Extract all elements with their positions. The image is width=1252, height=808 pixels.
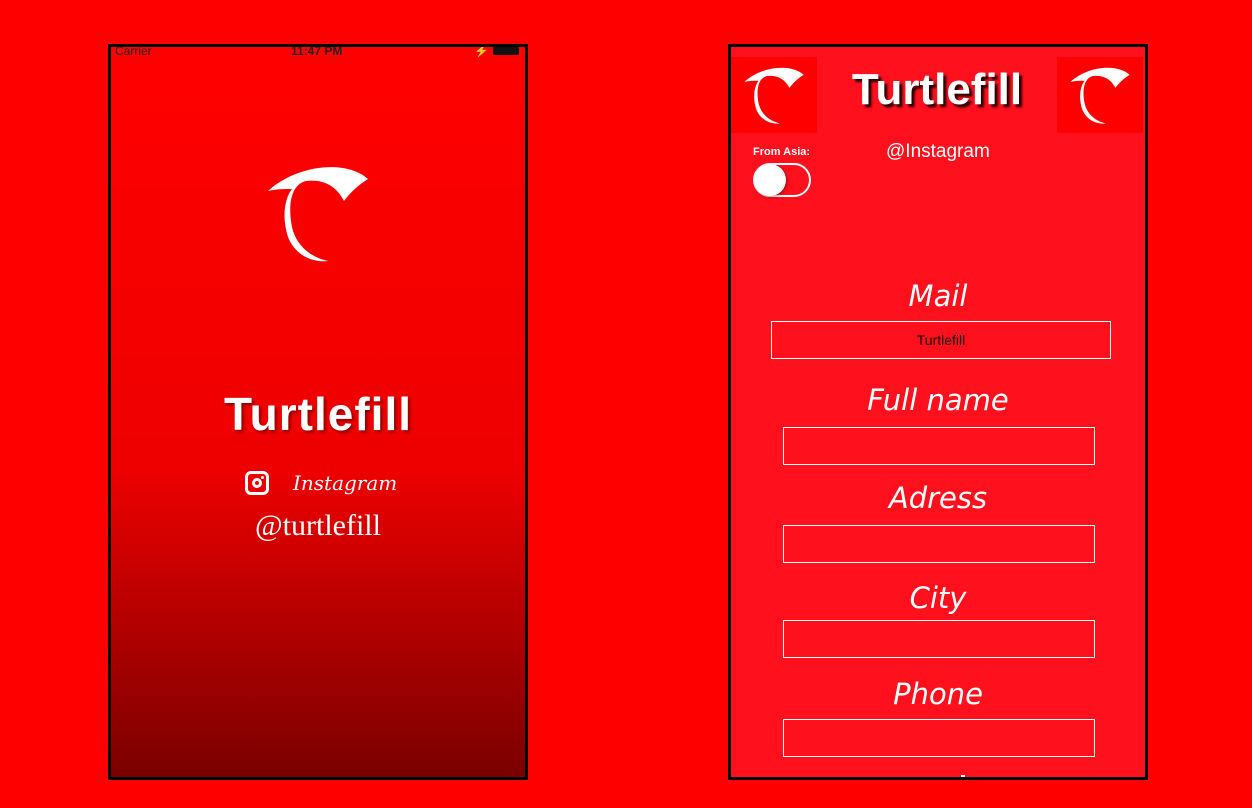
address-field[interactable]: [783, 525, 1095, 563]
clock-label: 11:47 PM: [291, 44, 343, 58]
full-name-label: Full name: [867, 383, 1009, 417]
instagram-handle[interactable]: @turtlefill: [111, 509, 525, 543]
toggle-knob: [754, 164, 786, 196]
city-label: City: [909, 581, 967, 615]
brand-title: Turtlefill: [223, 388, 413, 440]
nav-logo-left[interactable]: [731, 57, 817, 133]
from-asia-label: From Asia:: [753, 146, 811, 158]
splash-screen: Carrier 11:47 PM ⚡ Turtlefill Instagram …: [108, 44, 528, 780]
nav-bar: Turtlefill: [731, 57, 1145, 133]
from-asia-toggle[interactable]: [753, 163, 811, 197]
scroll-indicator: [961, 775, 965, 777]
screenshot-stage: Carrier 11:47 PM ⚡ Turtlefill Instagram …: [0, 0, 1252, 808]
instagram-icon: [245, 471, 269, 495]
instagram-label: Instagram: [293, 471, 398, 495]
instagram-handle[interactable]: @Instagram: [886, 141, 990, 163]
mail-label: Mail: [908, 279, 968, 313]
mail-field[interactable]: [771, 321, 1111, 359]
battery-icon: [493, 47, 519, 55]
phone-label: Phone: [893, 677, 983, 711]
turtlefill-logo-icon: [1070, 67, 1130, 124]
page-title: Turtlefill: [851, 65, 1023, 114]
turtlefill-logo-icon: [268, 167, 368, 262]
carrier-label: Carrier: [115, 44, 152, 58]
status-bar: Carrier 11:47 PM ⚡: [111, 47, 525, 59]
turtlefill-logo-icon: [744, 67, 804, 124]
full-name-field[interactable]: [783, 427, 1095, 465]
signup-form-screen: Turtlefill From Asia: @Instagram Mail Fu…: [728, 44, 1148, 780]
instagram-link[interactable]: Instagram: [245, 469, 405, 497]
charging-icon: ⚡: [474, 44, 489, 58]
nav-logo-right[interactable]: [1057, 57, 1143, 133]
phone-field[interactable]: [783, 719, 1095, 757]
city-field[interactable]: [783, 620, 1095, 658]
address-label: Adress: [888, 481, 988, 515]
